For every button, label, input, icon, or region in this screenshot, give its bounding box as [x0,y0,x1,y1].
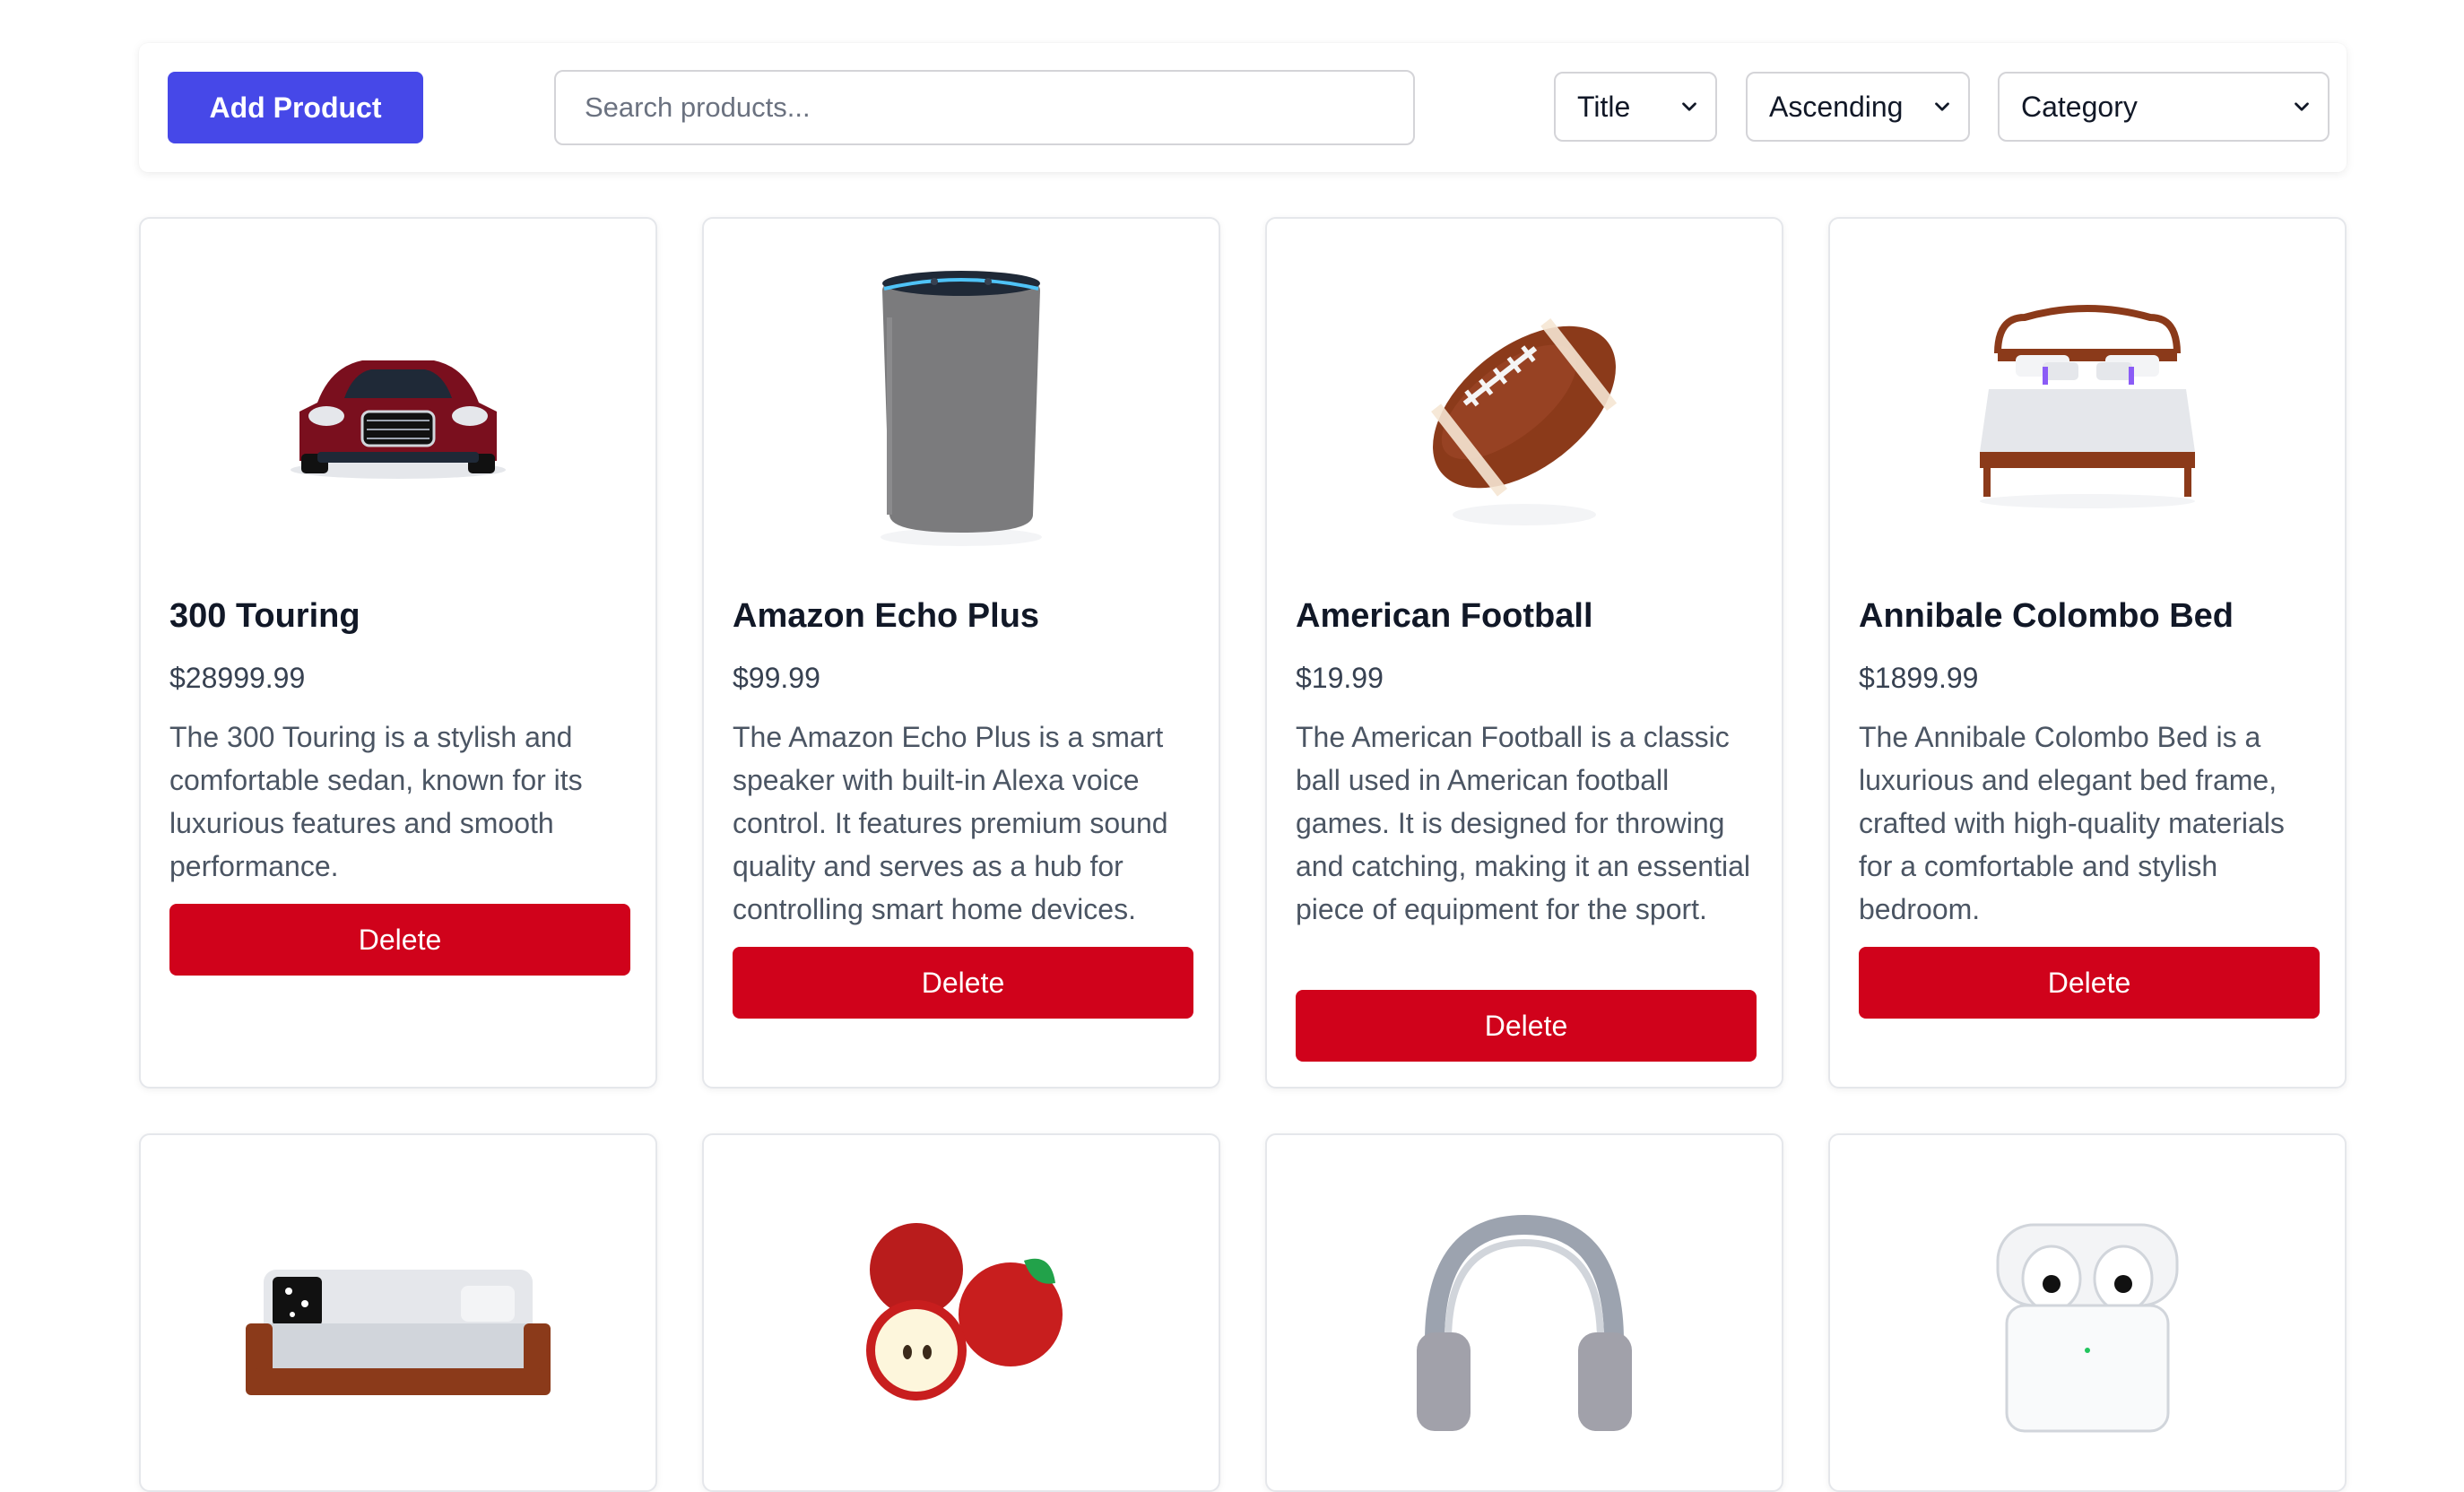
delete-button[interactable]: Delete [733,947,1193,1019]
product-card [702,1133,1220,1492]
product-image [141,255,655,560]
product-card: American Football $19.99 The American Fo… [1265,217,1783,1089]
product-card [1828,1133,2347,1492]
football-image [1431,318,1618,525]
product-description: The Amazon Echo Plus is a smart speaker … [733,721,1168,925]
product-card: Annibale Colombo Bed $1899.99 The Anniba… [1828,217,2347,1089]
delete-button[interactable]: Delete [1296,990,1757,1062]
sort-field-value: Title [1577,90,1631,123]
category-value: Category [2021,90,2138,123]
product-card: 300 Touring $28999.99 The 300 Touring is… [139,217,657,1089]
product-image [141,1171,655,1476]
apples-image [866,1223,1063,1401]
product-title: Annibale Colombo Bed [1859,597,2234,635]
car-image [291,360,506,479]
smart-speaker-image [881,271,1042,546]
product-title: 300 Touring [169,597,360,635]
sort-order-value: Ascending [1769,90,1904,123]
chevron-down-icon [1935,102,1949,111]
chevron-down-icon [1682,102,1696,111]
product-card [1265,1133,1783,1492]
sofa-image [246,1270,551,1395]
product-card [139,1133,657,1492]
delete-button[interactable]: Delete [169,904,630,976]
sort-field-select[interactable]: Title [1554,72,1717,142]
add-product-button[interactable]: Add Product [168,72,423,143]
product-image [1267,255,1782,560]
product-description: The 300 Touring is a stylish and comfort… [169,721,583,882]
product-image [704,1171,1219,1476]
product-price: $99.99 [733,662,820,694]
product-card: Amazon Echo Plus $99.99 The Amazon Echo … [702,217,1220,1089]
product-image [1267,1171,1782,1476]
product-price: $28999.99 [169,662,306,694]
product-image [1830,1171,2345,1476]
chevron-down-icon [2295,102,2309,111]
earbuds-case-image [1996,1223,2179,1433]
headphones-image [1417,1214,1632,1431]
product-price: $19.99 [1296,662,1384,694]
sort-order-select[interactable]: Ascending [1746,72,1970,142]
product-image [1830,255,2345,560]
delete-button[interactable]: Delete [1859,947,2320,1019]
product-image [704,255,1219,560]
bed-image [1980,305,2195,508]
product-description: The Annibale Colombo Bed is a luxurious … [1859,721,2285,925]
product-title: American Football [1296,597,1593,635]
search-input[interactable] [554,70,1415,145]
product-title: Amazon Echo Plus [733,597,1040,635]
product-price: $1899.99 [1859,662,1979,694]
toolbar: Add Product Title Ascending Category [139,43,2347,172]
product-description: The American Football is a classic ball … [1296,721,1750,925]
category-select[interactable]: Category [1998,72,2330,142]
